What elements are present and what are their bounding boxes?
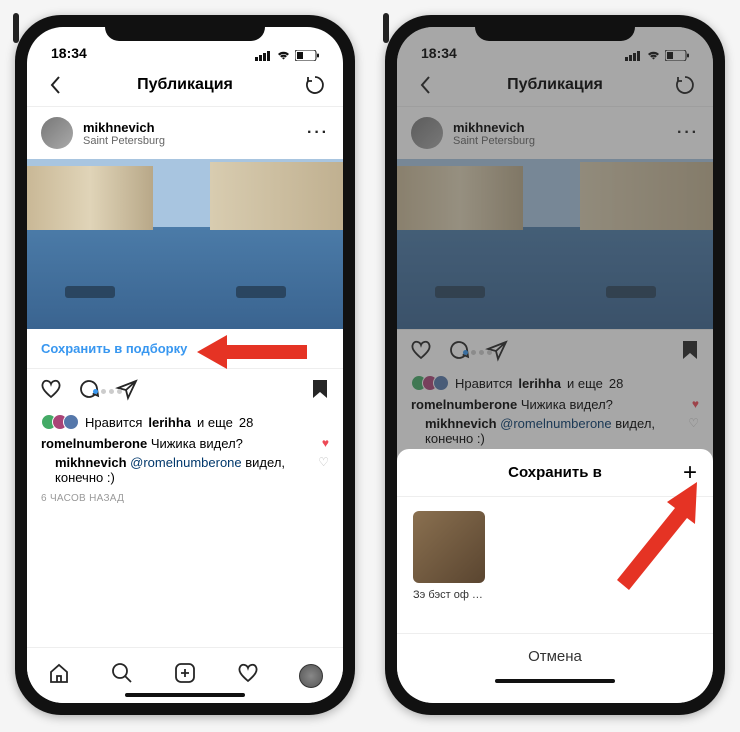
reply-user[interactable]: mikhnevich [55,455,127,470]
carousel-dots [93,389,122,394]
tab-add[interactable] [173,661,197,690]
screen-right: 18:34 Публикация mikhnevich Saint Peters… [397,27,713,703]
annotation-arrow-right [597,482,713,592]
likes-user: lerihha [148,415,191,430]
phone-right: 18:34 Публикация mikhnevich Saint Peters… [385,15,725,715]
tab-home[interactable] [47,661,71,690]
likes-count: 28 [239,415,253,430]
phone-left: 18:34 Публикация [15,15,355,715]
notch [105,15,265,41]
comment-text: Чижика видел? [151,436,243,451]
post-timestamp: 6 ЧАСОВ НАЗАД [27,487,343,510]
collection-item[interactable]: Зэ бэст оф з... [413,511,485,601]
sheet-cancel-button[interactable]: Отмена [397,633,713,667]
status-icons [255,50,319,61]
likes-prefix: Нравится [85,415,142,430]
comment-like-icon[interactable]: ♥ [322,436,329,450]
post-header-text: mikhnevich Saint Petersburg [83,120,165,147]
annotation-arrow-left [197,327,317,377]
collection-thumbnail [413,511,485,583]
comment-1: romelnumberone Чижика видел? ♥ [27,434,343,453]
bookmark-button[interactable] [309,377,331,406]
post-image[interactable] [27,159,343,329]
post-header: mikhnevich Saint Petersburg ··· [27,107,343,159]
avatar[interactable] [41,117,73,149]
screen-left: 18:34 Публикация [27,27,343,703]
collection-name: Зэ бэст оф з... [413,589,485,601]
likes-and: и еще [197,415,233,430]
comment-user[interactable]: romelnumberone [41,436,147,451]
wifi-icon [276,50,291,61]
back-button[interactable] [41,71,69,99]
post-username[interactable]: mikhnevich [83,120,165,135]
tab-activity[interactable] [236,661,260,690]
tab-profile[interactable] [299,664,323,688]
more-options-button[interactable]: ··· [307,124,329,142]
home-indicator[interactable] [125,693,245,697]
reply-like-icon[interactable]: ♡ [318,455,329,469]
battery-icon [295,50,319,61]
navbar: Публикация [27,63,343,107]
likes-avatars [41,414,79,430]
status-time: 18:34 [51,45,87,61]
home-indicator[interactable] [495,679,615,683]
tab-search[interactable] [110,661,134,690]
comment-reply: mikhnevich @romelnumberone видел, конечн… [27,453,343,487]
sheet-title: Сохранить в [508,464,602,481]
notch [475,15,635,41]
like-button[interactable] [39,377,63,406]
reply-mention[interactable]: @romelnumberone [130,455,241,470]
likes-row[interactable]: Нравится lerihha и еще 28 [27,414,343,434]
post-location[interactable]: Saint Petersburg [83,135,165,147]
refresh-button[interactable] [301,71,329,99]
page-title: Публикация [137,76,233,94]
cellular-signal-icon [255,50,272,61]
